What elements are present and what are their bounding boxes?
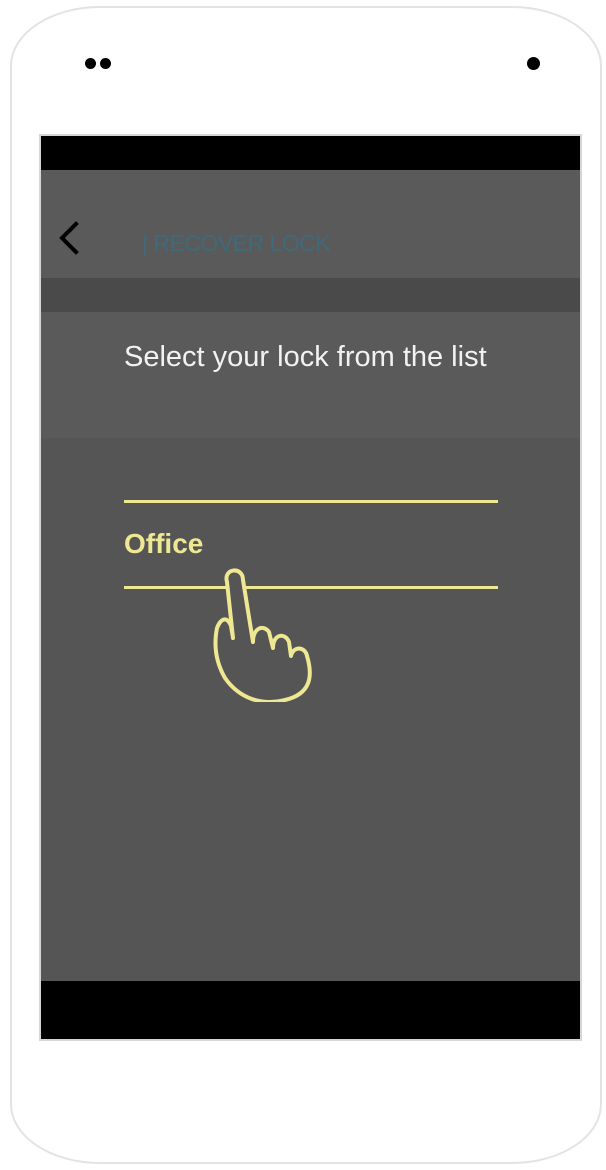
list-item-office[interactable]: Office	[124, 528, 498, 584]
page-title: | RECOVER LOCK	[142, 230, 331, 256]
prompt-text: Select your lock from the list	[124, 341, 487, 373]
list-divider	[124, 500, 498, 503]
app-bar: | RECOVER LOCK	[41, 170, 580, 278]
chevron-left-icon	[59, 221, 79, 255]
camera-dot-icon	[85, 58, 96, 69]
status-bar	[41, 136, 580, 170]
back-button[interactable]	[51, 220, 87, 256]
prompt-panel: Select your lock from the list	[41, 312, 580, 438]
speaker-dot-icon	[527, 57, 540, 70]
phone-screen: | RECOVER LOCK Select your lock from the…	[39, 134, 582, 1041]
camera-dot-icon	[100, 58, 111, 69]
navigation-bar	[41, 981, 580, 1039]
list-divider	[124, 586, 498, 589]
divider-band	[41, 278, 580, 312]
